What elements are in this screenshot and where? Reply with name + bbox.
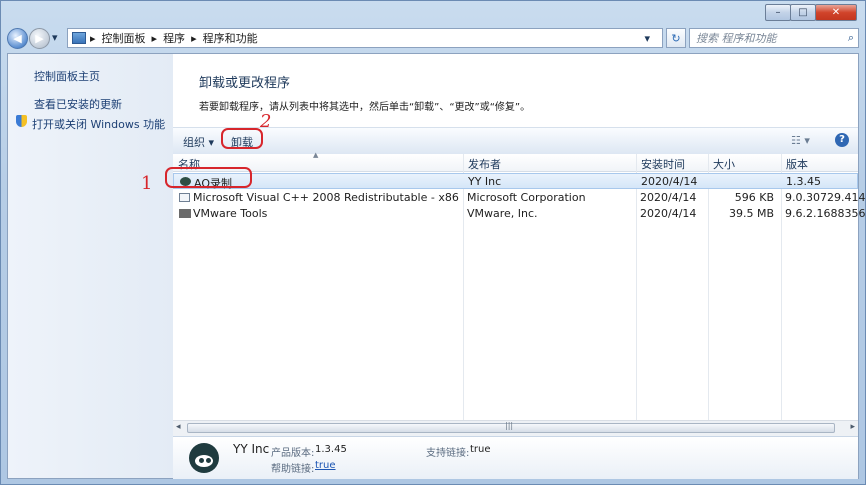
column-publisher[interactable]: 发布者: [468, 156, 501, 172]
annotation-ring-uninstall: [221, 128, 263, 149]
forward-button[interactable]: ▶: [29, 28, 50, 49]
window-controls: – □ ✕: [765, 4, 857, 21]
program-name: VMware Tools: [193, 207, 268, 220]
programs-window: – □ ✕ ◀ ▶ ▾ ▸ 控制面板 ▸ 程序 ▸ 程序和功能 ▾ ↻ 搜索 程…: [0, 0, 866, 485]
breadcrumb-control-panel[interactable]: 控制面板: [102, 30, 146, 46]
sidebar: 控制面板主页 查看已安装的更新 打开或关闭 Windows 功能: [8, 54, 173, 478]
program-publisher: Microsoft Corporation: [467, 191, 586, 204]
breadcrumb-separator-icon[interactable]: ▸: [191, 32, 197, 45]
main-pane: 卸载或更改程序 若要卸载程序，请从列表中将其选中，然后单击“卸载”、“更改”或“…: [173, 54, 866, 479]
program-install-date: 2020/4/14: [640, 191, 697, 204]
refresh-button[interactable]: ↻: [666, 28, 686, 48]
breadcrumb-separator-icon[interactable]: ▸: [90, 32, 96, 45]
program-name: Microsoft Visual C++ 2008 Redistributabl…: [193, 191, 463, 204]
minimize-button[interactable]: –: [765, 4, 791, 21]
back-button[interactable]: ◀: [7, 28, 28, 49]
details-support-label: 支持链接:: [426, 448, 470, 459]
address-dropdown-icon[interactable]: ▾: [644, 32, 650, 45]
back-arrow-icon: ◀: [13, 32, 22, 45]
search-placeholder: 搜索 程序和功能: [696, 32, 777, 45]
control-panel-folder-icon: [72, 32, 86, 44]
title-bar[interactable]: – □ ✕: [1, 1, 865, 27]
details-support-value: true: [470, 444, 491, 455]
sidebar-item-installed-updates[interactable]: 查看已安装的更新: [34, 96, 122, 112]
program-size: 596 KB: [734, 191, 774, 204]
details-publisher: YY Inc: [233, 442, 270, 456]
details-help-link[interactable]: true: [315, 460, 336, 471]
scroll-right-icon[interactable]: ▸: [850, 422, 855, 432]
annotation-ring-program: [165, 167, 252, 188]
scrollbar-thumb[interactable]: |||: [187, 421, 835, 433]
shield-icon: [16, 115, 27, 127]
navigation-bar: ◀ ▶ ▾ ▸ 控制面板 ▸ 程序 ▸ 程序和功能 ▾ ↻ 搜索 程序和功能 ⌕: [7, 27, 859, 51]
horizontal-scrollbar[interactable]: ◂ ||| ▸: [173, 420, 858, 436]
forward-arrow-icon: ▶: [35, 32, 44, 45]
program-version: 9.6.2.1688356: [785, 207, 866, 220]
page-title: 卸载或更改程序: [199, 76, 291, 91]
view-options-icon[interactable]: ☷ ▾: [791, 134, 810, 147]
refresh-icon: ↻: [671, 31, 681, 45]
sort-arrow-icon: ▲: [313, 151, 319, 159]
close-button[interactable]: ✕: [815, 4, 857, 21]
details-version-label: 产品版本:: [271, 448, 315, 459]
scroll-left-icon[interactable]: ◂: [176, 422, 181, 432]
maximize-icon: □: [798, 7, 808, 18]
column-size[interactable]: 大小: [713, 156, 735, 172]
table-row[interactable]: VMware Tools VMware, Inc. 2020/4/14 39.5…: [173, 206, 865, 222]
details-pane: YY Inc 产品版本: 1.3.45 支持链接: true 帮助链接: tru…: [173, 436, 858, 479]
details-version-value: 1.3.45: [315, 444, 347, 455]
close-icon: ✕: [831, 7, 841, 18]
annotation-number-2: 2: [260, 111, 272, 132]
sidebar-item-control-panel-home[interactable]: 控制面板主页: [34, 68, 100, 84]
program-version: 1.3.45: [786, 175, 821, 188]
breadcrumb-separator-icon[interactable]: ▸: [152, 32, 158, 45]
breadcrumb-programs[interactable]: 程序: [163, 30, 185, 46]
program-version: 9.0.30729.4148: [785, 191, 866, 204]
program-size: 39.5 MB: [728, 207, 774, 220]
column-version[interactable]: 版本: [786, 156, 808, 172]
page-description: 若要卸载程序，请从列表中将其选中，然后单击“卸载”、“更改”或“修复”。: [199, 102, 531, 113]
program-install-date: 2020/4/14: [641, 175, 698, 188]
sidebar-item-windows-features[interactable]: 打开或关闭 Windows 功能: [32, 116, 165, 132]
aq-record-logo-icon: [189, 443, 219, 473]
content-area: 控制面板主页 查看已安装的更新 打开或关闭 Windows 功能 卸载或更改程序…: [7, 53, 866, 479]
table-row[interactable]: AQ录制 YY Inc 2020/4/14 1.3.45: [173, 173, 858, 190]
search-input[interactable]: 搜索 程序和功能 ⌕: [689, 28, 859, 48]
history-dropdown-icon[interactable]: ▾: [52, 31, 58, 44]
help-icon[interactable]: ?: [835, 133, 849, 147]
vmware-icon: [179, 207, 191, 221]
minimize-icon: –: [775, 7, 781, 18]
breadcrumb-programs-and-features[interactable]: 程序和功能: [203, 30, 258, 46]
program-install-date: 2020/4/14: [640, 207, 697, 220]
search-icon[interactable]: ⌕: [848, 31, 854, 45]
command-toolbar: 组织 ▾ 卸载 ☷ ▾ ?: [173, 127, 858, 155]
column-install-date[interactable]: 安装时间: [641, 156, 685, 172]
programs-table: 名称 ▲ 发布者 安装时间 大小 版本 AQ录制 YY Inc 2020/4/1…: [173, 151, 866, 444]
address-bar[interactable]: ▸ 控制面板 ▸ 程序 ▸ 程序和功能 ▾: [67, 28, 663, 48]
organize-button[interactable]: 组织 ▾: [183, 134, 214, 150]
program-publisher: YY Inc: [468, 175, 502, 188]
scrollbar-grip-icon: |||: [505, 421, 514, 430]
program-publisher: VMware, Inc.: [467, 207, 538, 220]
table-row[interactable]: Microsoft Visual C++ 2008 Redistributabl…: [173, 190, 866, 206]
installer-icon: [179, 191, 190, 205]
details-help-label: 帮助链接:: [271, 464, 315, 475]
table-header: 名称 ▲ 发布者 安装时间 大小 版本: [173, 151, 858, 172]
maximize-button[interactable]: □: [790, 4, 816, 21]
annotation-number-1: 1: [141, 173, 153, 194]
